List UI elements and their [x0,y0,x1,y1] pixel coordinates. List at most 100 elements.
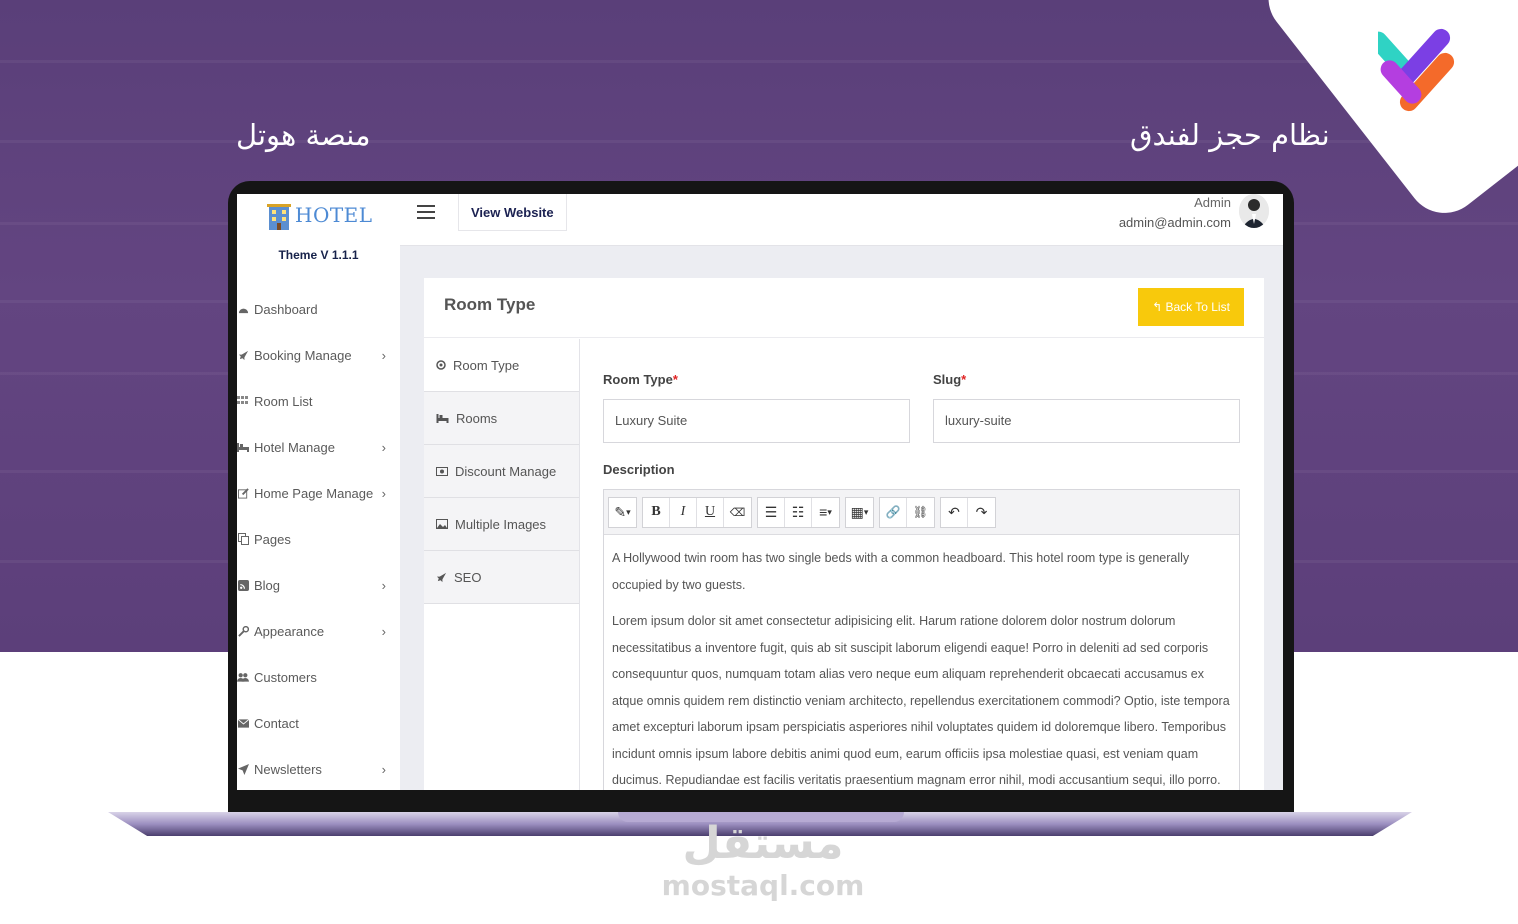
back-to-list-button[interactable]: ↰ Back To List [1138,288,1244,326]
brand-logo[interactable]: HOTEL [267,200,373,230]
brand-name: HOTEL [295,203,373,227]
table-button[interactable]: ▦ ▾ [846,498,873,527]
avatar[interactable] [1239,194,1269,228]
sidebar-item-label: Appearance [254,623,325,639]
user-email: admin@admin.com [1118,215,1231,230]
sidebar-item-label: Pages [254,531,291,547]
hero-title-right: نظام حجز لفندق [1130,118,1330,152]
sidebar-item-appearance[interactable]: Appearance › [237,608,400,654]
sidebar-item-label: Home Page Manage [254,485,374,501]
topbar: View Website Admin admin@admin.com [400,194,1283,246]
chevron-right-icon: › [381,485,386,501]
back-to-list-label: Back To List [1165,300,1230,314]
undo-button[interactable]: ↶ [941,497,968,527]
caret-down-icon: ▾ [827,506,832,517]
ordered-list-button[interactable]: ☷ [785,497,812,527]
editor-content[interactable]: A Hollywood twin room has two single bed… [604,535,1239,790]
toolbar-group-history: ↶ ↷ [940,496,996,528]
sidebar-item-label: Blog [254,577,281,593]
room-type-label-text: Room Type [603,372,673,387]
image-icon [436,519,448,529]
unlink-button[interactable]: ⛓ [907,498,934,527]
app-screen: HOTEL Theme V 1.1.1 Dashboard Booking Ma… [237,194,1283,790]
description-label: Description [603,462,675,477]
sidebar-item-booking-manage[interactable]: Booking Manage › [237,332,400,378]
sidebar-item-label: Newsletters [254,761,322,777]
grid-icon [237,395,249,407]
send-icon [237,763,249,775]
circle-icon [436,360,446,370]
tab-rooms[interactable]: Rooms [424,392,579,445]
sidebar-item-contact[interactable]: Contact [237,700,400,746]
tab-room-type[interactable]: Room Type [424,339,579,392]
eraser-button[interactable]: ⌫ [724,498,751,527]
tab-label: SEO [454,569,482,585]
chevron-right-icon: › [381,439,386,455]
align-icon: ≡ [819,504,828,520]
sidebar-item-label: Booking Manage [254,347,352,363]
bed-icon [436,413,449,423]
user-name: Admin [1194,195,1231,210]
room-type-card: Room Type ↰ Back To List Room Type Rooms… [424,278,1264,790]
wrench-icon [237,625,249,637]
slug-input[interactable]: luxury-suite [933,399,1240,443]
editor-toolbar: ✎ ▾ B I U ⌫ ☰ ☷ ≡ ▾ ▦ ▾ 🔗 ⛓ ↶ ↷ [604,490,1239,535]
sidebar-item-hotel-manage[interactable]: Hotel Manage › [237,424,400,470]
sidebar-item-home-page-manage[interactable]: Home Page Manage › [237,470,400,516]
sidebar-item-label: Hotel Manage [254,439,335,455]
hero-title-left: منصة هوتل [236,118,371,152]
sidebar-item-room-list[interactable]: Room List [237,378,400,424]
bold-button[interactable]: B [643,497,670,527]
sidebar-item-pages[interactable]: Pages [237,516,400,562]
description-paragraph: A Hollywood twin room has two single bed… [612,551,1190,592]
view-website-link[interactable]: View Website [458,194,567,231]
align-button[interactable]: ≡ ▾ [812,498,839,527]
sidebar-item-label: Customers [254,669,317,685]
hotel-building-icon [267,204,291,230]
envelope-icon [237,717,249,729]
room-type-input[interactable]: Luxury Suite [603,399,910,443]
money-icon [436,466,448,476]
pages-icon [237,533,249,545]
reply-icon: ↰ [1152,300,1166,314]
watermark-arabic: مستقل [682,818,844,869]
description-paragraph: Lorem ipsum dolor sit amet consectetur a… [612,614,1230,787]
menu-toggle-icon[interactable] [417,205,435,219]
sidebar-item-blog[interactable]: Blog › [237,562,400,608]
card-header: Room Type ↰ Back To List [424,278,1264,338]
tab-label: Room Type [453,357,520,373]
toolbar-group-font: B I U ⌫ [642,496,752,528]
rocket-icon [436,572,447,583]
tab-discount-manage[interactable]: Discount Manage [424,445,579,498]
tab-seo[interactable]: SEO [424,551,579,604]
slug-label: Slug* [933,372,966,387]
underline-button[interactable]: U [697,497,724,527]
sidebar-item-label: Room List [254,393,313,409]
tab-multiple-images[interactable]: Multiple Images [424,498,579,551]
edit-icon [237,487,249,499]
form-tabs: Room Type Rooms Discount Manage Multiple… [424,339,580,790]
toolbar-group-link: 🔗 ⛓ [879,496,935,528]
room-type-label: Room Type* [603,372,678,387]
page-title: Room Type [444,295,536,314]
tab-label: Discount Manage [455,463,557,479]
sidebar-item-newsletters[interactable]: Newsletters › [237,746,400,790]
dashboard-icon [237,303,249,315]
chevron-right-icon: › [381,761,386,777]
sidebar-item-label: Dashboard [254,301,318,317]
chevron-right-icon: › [381,347,386,363]
sidebar-item-customers[interactable]: Customers [237,654,400,700]
redo-button[interactable]: ↷ [968,498,995,527]
italic-button[interactable]: I [670,497,697,527]
style-button[interactable]: ✎ ▾ [609,498,636,527]
sidebar-item-dashboard[interactable]: Dashboard [237,286,400,332]
tab-label: Rooms [456,410,498,426]
chevron-right-icon: › [381,623,386,639]
magic-wand-icon: ✎ [614,503,627,520]
unordered-list-button[interactable]: ☰ [758,497,785,527]
required-mark: * [961,372,967,387]
toolbar-group-table: ▦ ▾ [845,496,874,528]
chevron-right-icon: › [381,577,386,593]
link-button[interactable]: 🔗 [880,497,907,527]
toolbar-group-style: ✎ ▾ [608,496,637,528]
